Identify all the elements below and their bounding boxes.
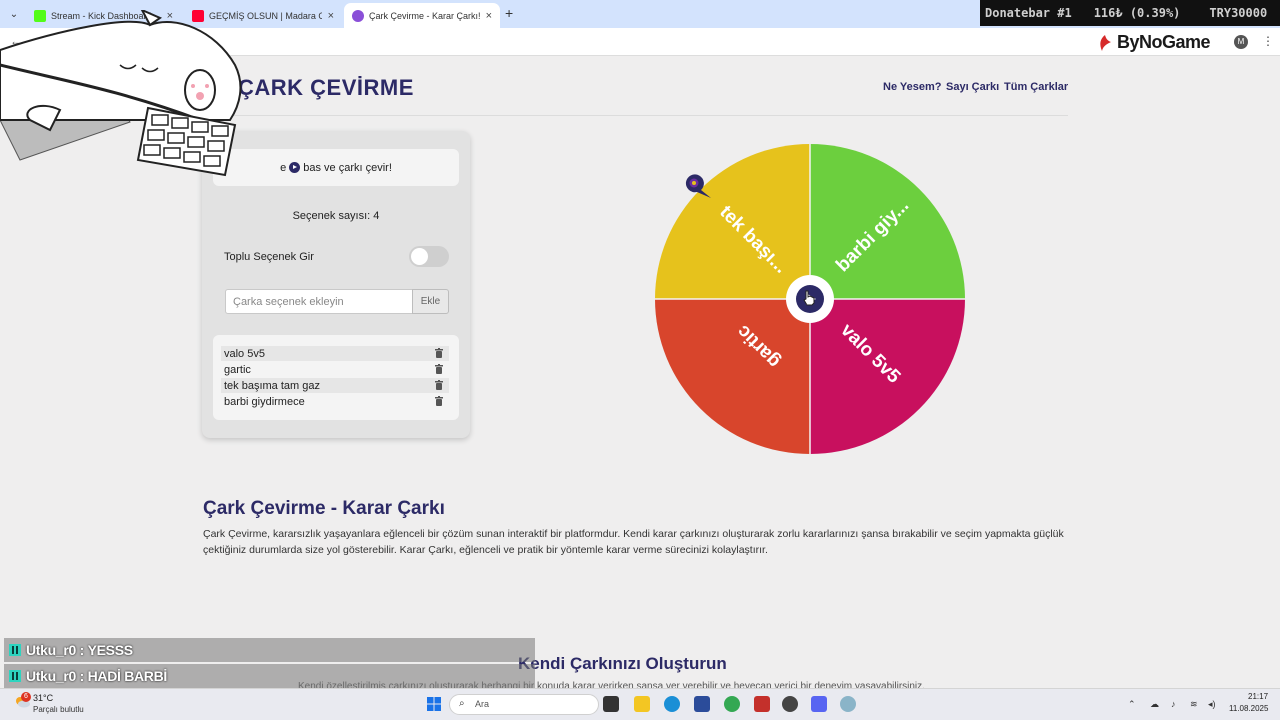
wheel-pointer-icon bbox=[685, 174, 711, 198]
chat-message: Utku_r0 : HADİ BARBİ bbox=[4, 664, 535, 688]
donatebar-amount: 116₺ (0.39%) bbox=[1093, 6, 1181, 20]
trash-icon[interactable] bbox=[435, 380, 443, 390]
chat-username: Utku_r0 bbox=[26, 642, 77, 658]
app-red-icon[interactable] bbox=[754, 696, 770, 712]
section-text-karar-carki: Çark Çevirme, kararsızlık yaşayanlara eğ… bbox=[203, 528, 1064, 556]
microphone-icon[interactable]: ♪ bbox=[1171, 699, 1176, 709]
trash-icon[interactable] bbox=[435, 396, 443, 406]
option-label: tek başıma tam gaz bbox=[224, 379, 320, 392]
list-item: valo 5v5 bbox=[221, 346, 449, 361]
browser-menu-icon[interactable]: ⋮ bbox=[1262, 34, 1274, 48]
store-icon[interactable] bbox=[694, 696, 710, 712]
trash-icon[interactable] bbox=[435, 348, 443, 358]
chat-message: Utku_r0 : YESSS bbox=[4, 638, 535, 662]
weather-desc: Parçalı bulutlu bbox=[33, 705, 84, 714]
kick-badge-icon bbox=[9, 670, 21, 682]
bulk-entry-toggle[interactable] bbox=[409, 246, 449, 267]
close-icon[interactable]: × bbox=[486, 10, 492, 22]
donatebar-total: TRY30000 bbox=[1209, 6, 1268, 20]
kick-badge-icon bbox=[9, 644, 21, 656]
chrome-icon[interactable] bbox=[724, 696, 740, 712]
clock-date[interactable]: 11.08.2025 bbox=[1229, 704, 1268, 713]
cat-typing-overlay bbox=[0, 10, 242, 177]
hand-cursor-icon bbox=[803, 290, 815, 306]
wheel-segment-gartic bbox=[655, 299, 810, 454]
windows-start-icon[interactable] bbox=[426, 696, 442, 712]
chat-text: YESSS bbox=[87, 642, 134, 658]
tray-chevron-icon[interactable]: ⌃ bbox=[1128, 699, 1136, 710]
option-label: gartic bbox=[224, 363, 251, 376]
nav-tum-carklar[interactable]: Tüm Çarklar bbox=[1004, 81, 1068, 93]
taskbar-search-placeholder: Ara bbox=[475, 699, 490, 709]
option-label: barbi giydirmece bbox=[224, 395, 305, 408]
profile-avatar[interactable]: M bbox=[1234, 35, 1248, 49]
trash-icon[interactable] bbox=[435, 364, 443, 374]
file-explorer-icon[interactable] bbox=[634, 696, 650, 712]
tab-title: Çark Çevirme - Karar Çarkı! bbox=[369, 10, 480, 21]
wifi-icon[interactable]: ≋ bbox=[1190, 699, 1198, 710]
nav-sayi-carki[interactable]: Sayı Çarkı bbox=[946, 81, 999, 93]
section-title-karar-carki: Çark Çevirme - Karar Çarkı bbox=[203, 498, 445, 519]
clock-time[interactable]: 21:17 bbox=[1248, 692, 1268, 701]
edge-icon[interactable] bbox=[664, 696, 680, 712]
settings-gear-icon[interactable] bbox=[840, 696, 856, 712]
chat-separator: : bbox=[76, 668, 88, 684]
list-item: barbi giydirmece bbox=[221, 394, 449, 409]
taskbar-search[interactable] bbox=[449, 694, 599, 715]
close-icon[interactable]: × bbox=[328, 10, 334, 22]
option-count: Seçenek sayısı: 4 bbox=[292, 210, 380, 222]
cloud-icon[interactable]: ☁ bbox=[1150, 699, 1159, 710]
donatebar-label: Donatebar #1 bbox=[985, 6, 1072, 20]
nav-ne-yesem[interactable]: Ne Yesem? bbox=[883, 81, 942, 93]
new-tab-button[interactable]: + bbox=[505, 5, 513, 21]
chat-separator: : bbox=[76, 642, 88, 658]
task-view-icon[interactable] bbox=[603, 696, 619, 712]
option-input[interactable] bbox=[225, 289, 413, 314]
option-label: valo 5v5 bbox=[224, 347, 265, 360]
bulk-entry-label: Toplu Seçenek Gir bbox=[224, 251, 314, 263]
tab-cark-cevirme[interactable]: Çark Çevirme - Karar Çarkı! × bbox=[344, 3, 500, 28]
header-divider bbox=[203, 115, 1068, 116]
section-title-create: Kendi Çarkınızı Oluşturun bbox=[518, 654, 727, 673]
bynogame-mark-icon bbox=[1100, 35, 1111, 51]
hint-text-after: bas ve çarkı çevir! bbox=[303, 161, 392, 174]
add-option-button[interactable]: Ekle bbox=[412, 289, 449, 314]
search-icon: ⌕ bbox=[459, 698, 465, 709]
bynogame-logo: ByNoGame bbox=[1117, 32, 1211, 52]
obs-icon[interactable] bbox=[782, 696, 798, 712]
wheel-site-icon bbox=[352, 9, 364, 22]
list-item: gartic bbox=[221, 362, 449, 377]
toggle-knob bbox=[411, 248, 428, 265]
weather-badge: 6 bbox=[21, 692, 31, 702]
donatebar-overlay: Donatebar #1 116₺ (0.39%) TRY30000 bbox=[980, 0, 1280, 26]
volume-icon[interactable]: ◂) bbox=[1208, 699, 1216, 710]
discord-icon[interactable] bbox=[811, 696, 827, 712]
weather-temp: 31°C bbox=[33, 693, 54, 703]
list-item: tek başıma tam gaz bbox=[221, 378, 449, 393]
chat-text: HADİ BARBİ bbox=[87, 668, 168, 684]
chat-username: Utku_r0 bbox=[26, 668, 77, 684]
